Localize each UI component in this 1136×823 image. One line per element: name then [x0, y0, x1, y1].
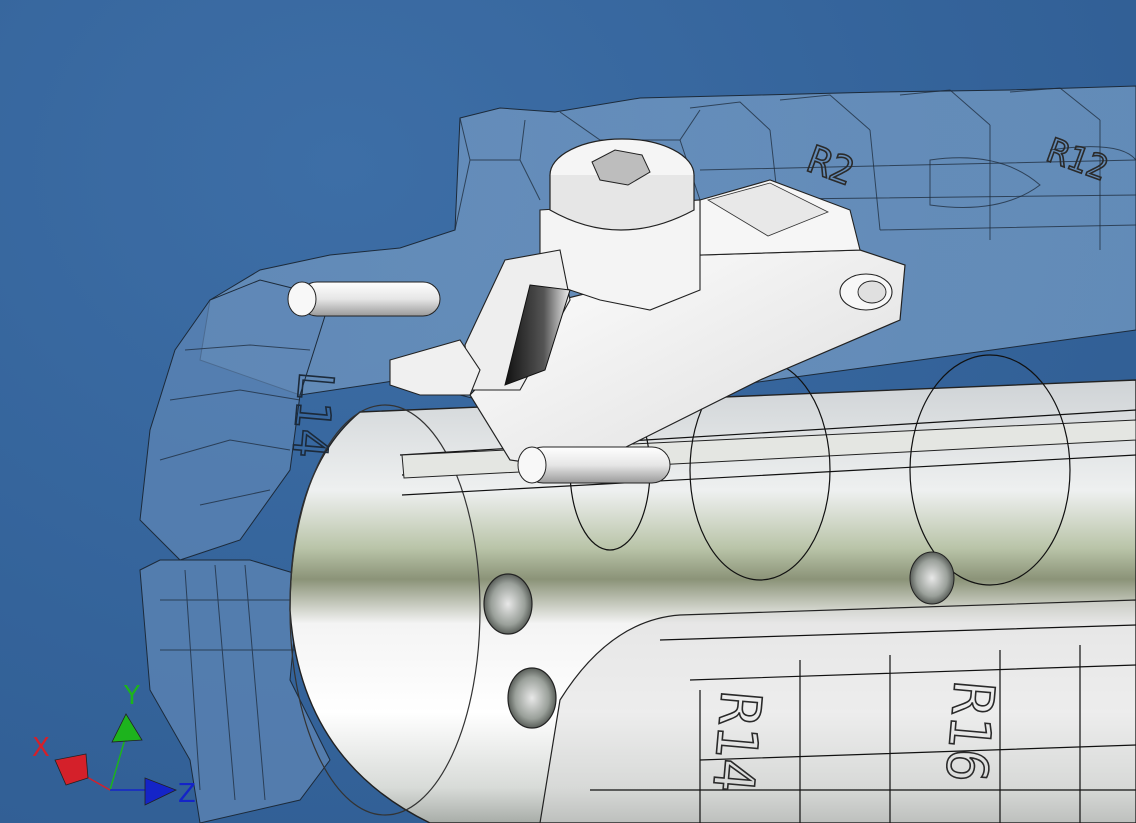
- z-axis-cone: [144, 777, 178, 806]
- label-l14: L14: [280, 369, 343, 460]
- cad-3d-viewport[interactable]: R14 R16 L14 R2 R12 Y Z X: [0, 0, 1136, 823]
- pin-lower[interactable]: [517, 446, 671, 484]
- z-axis-label: Z: [178, 779, 196, 809]
- y-axis-label: Y: [123, 681, 140, 711]
- y-axis-cone: [111, 713, 143, 743]
- pin-upper[interactable]: [287, 281, 441, 317]
- cylinder-port-upper[interactable]: [483, 573, 533, 635]
- cylinder-port-lower[interactable]: [507, 667, 557, 729]
- assembly-model[interactable]: R14 R16 L14 R2 R12 Y Z X: [0, 0, 1136, 823]
- label-r16: R16: [932, 679, 1006, 785]
- label-r14: R14: [699, 689, 773, 795]
- lower-cover-transparent[interactable]: [539, 599, 1136, 823]
- x-axis-cone: [54, 753, 89, 786]
- x-axis-label: X: [32, 733, 50, 763]
